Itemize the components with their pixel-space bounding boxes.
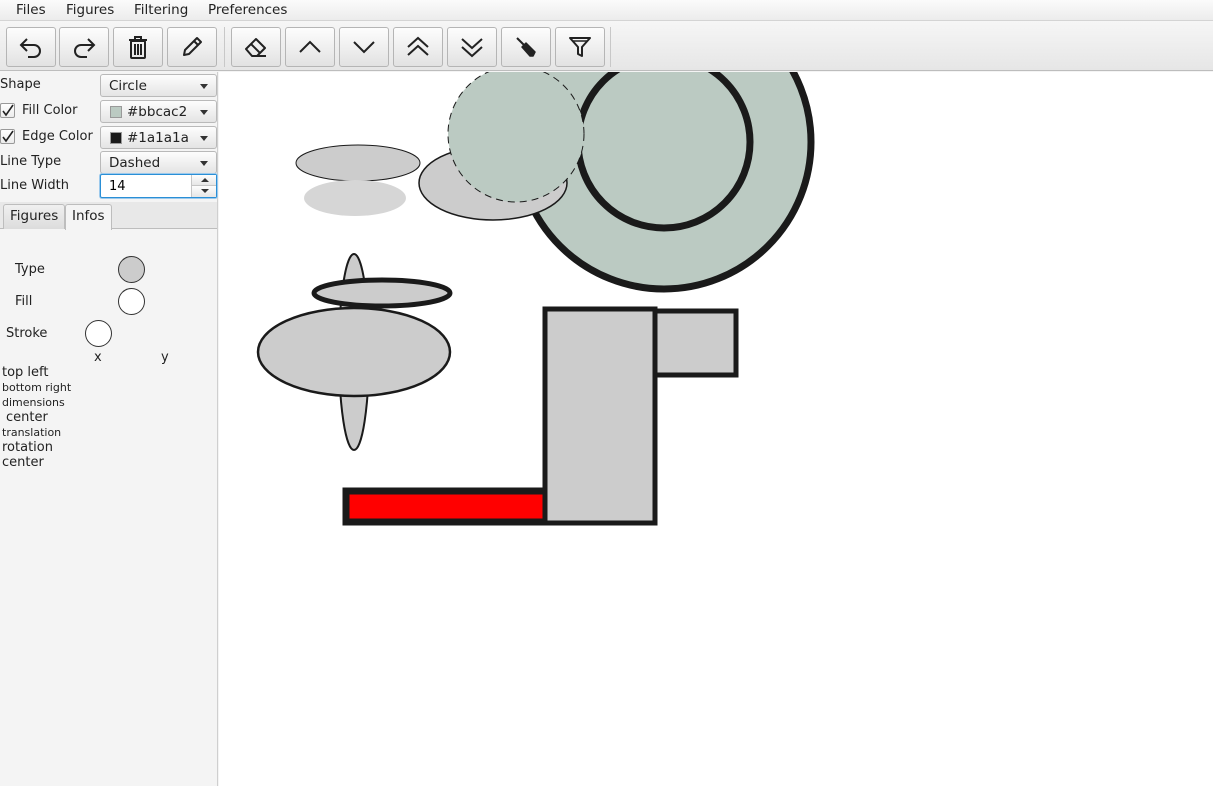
edge-color-checkbox[interactable] [0,129,15,144]
line-width-spinner [100,174,217,198]
redo-button[interactable] [59,27,109,67]
pencil-icon [183,37,202,56]
type-label: Type [15,262,45,277]
toolbar-separator [610,27,611,67]
move-bottom-button[interactable] [447,27,497,67]
arrow-up-icon [201,178,209,182]
edge-color-label: Edge Color [22,129,93,144]
y-column-label: y [161,350,169,365]
filter-button[interactable] [555,27,605,67]
erase-button[interactable] [231,27,281,67]
dropdown-arrow-icon [200,136,208,141]
menu-filtering[interactable]: Filtering [134,2,188,18]
rotation-center-label: center [2,455,44,470]
delete-button[interactable] [113,27,163,67]
center-label: center [6,410,48,425]
top-left-label: top left [2,365,49,380]
horizontal-ellipse-shape[interactable] [256,306,452,398]
drawing-surface [256,72,815,526]
filter-icon [569,37,591,57]
undo-icon [19,38,41,58]
trash-icon [129,36,147,59]
bottom-right-label: bottom right [2,381,72,394]
dropdown-arrow-icon [200,84,208,89]
menu-figures[interactable]: Figures [66,2,114,18]
red-rectangle-shape[interactable] [342,487,553,526]
type-circle-icon [118,256,145,283]
fill-color-checkbox[interactable] [0,103,15,118]
tab-infos[interactable]: Infos [65,204,112,230]
pick-color-button[interactable] [501,27,551,67]
thick-ellipse-shape[interactable] [311,277,453,309]
move-top-button[interactable] [393,27,443,67]
dimensions-label: dimensions [2,396,65,409]
checkmark-icon [2,130,14,143]
redo-icon [74,38,96,58]
move-down-button[interactable] [339,27,389,67]
tab-bar: Figures Infos [0,202,217,230]
stroke-info-label: Stroke [6,326,48,341]
double-chevron-down-icon [461,38,483,58]
dashed-circle-shape[interactable] [447,72,585,203]
line-type-value: Dashed [109,155,161,171]
menu-preferences[interactable]: Preferences [208,2,287,18]
small-rectangle-shape[interactable] [652,308,739,378]
dropdown-arrow-icon [200,161,208,166]
edge-color-value: #1a1a1a [127,130,189,146]
double-chevron-up-icon [407,36,429,56]
fill-color-label: Fill Color [22,103,78,118]
dropdown-arrow-icon [200,110,208,115]
edge-color-picker[interactable]: #1a1a1a [100,126,217,149]
fill-color-swatch [110,106,122,118]
fill-color-value: #bbcac2 [127,104,188,120]
tab-figures[interactable]: Figures [3,204,66,229]
undo-button[interactable] [6,27,56,67]
shape-combo[interactable]: Circle [100,74,217,97]
chevron-up-icon [299,40,321,53]
translation-label: translation [2,426,62,439]
tall-rectangle-shape[interactable] [542,306,658,526]
eraser-icon [245,38,266,57]
rotation-label: rotation [2,440,53,455]
line-width-label: Line Width [0,178,69,193]
x-column-label: x [94,350,102,365]
stroke-circle-icon [85,320,112,347]
spinner-decrement-button[interactable] [191,186,216,197]
line-type-combo[interactable]: Dashed [100,151,217,174]
fill-info-label: Fill [15,294,33,309]
line-width-input[interactable] [102,176,192,196]
chevron-down-icon [353,41,375,54]
eyedropper-icon [516,37,536,57]
toolbar-separator [224,27,225,67]
line-type-label: Line Type [0,154,62,169]
menu-files[interactable]: Files [16,2,46,18]
properties-panel: Shape Circle Fill Color #bbcac2 Edge Col… [0,72,218,786]
arrow-down-icon [201,189,209,193]
shape-label: Shape [0,77,41,92]
inner-circle-shape[interactable] [574,72,754,232]
move-up-button[interactable] [285,27,335,67]
menu-bar: Files Figures Filtering Preferences [0,0,1213,21]
fill-color-picker[interactable]: #bbcac2 [100,100,217,123]
edit-button[interactable] [167,27,217,67]
drawing-canvas[interactable] [219,72,1213,786]
shape-value: Circle [109,78,147,94]
thin-ellipse-shape[interactable] [295,144,421,182]
edge-color-swatch [110,132,122,144]
spinner-increment-button[interactable] [191,175,216,186]
checkmark-icon [2,104,14,117]
shadow-ellipse-shape[interactable] [304,180,406,216]
fill-circle-icon [118,288,145,315]
toolbar [0,21,1213,71]
